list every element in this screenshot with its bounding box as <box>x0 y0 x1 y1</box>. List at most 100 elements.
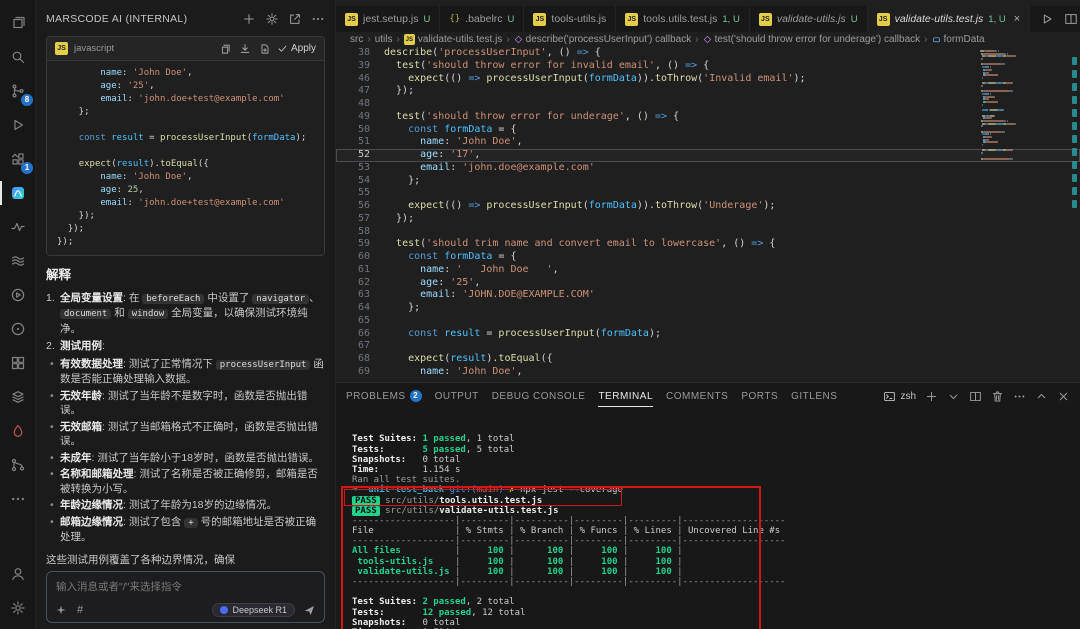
layers-extension-activity-icon[interactable] <box>0 380 36 414</box>
terminal-dropdown-button[interactable] <box>947 390 960 403</box>
modified-line-marker <box>1072 161 1077 169</box>
account-activity-icon[interactable] <box>0 557 36 591</box>
panel-tab-terminal[interactable]: TERMINAL <box>598 383 653 409</box>
modified-line-marker <box>1072 187 1077 195</box>
run-tests-activity-icon[interactable] <box>0 278 36 312</box>
panel-tab-comments[interactable]: COMMENTS <box>666 383 728 409</box>
activity-bar-bottom <box>0 557 36 625</box>
chat-toolbar-right: Deepseek R1 <box>212 603 316 617</box>
apps-grid-activity-icon[interactable] <box>0 346 36 380</box>
gear-icon <box>265 12 279 26</box>
apply-button[interactable]: Apply <box>277 43 316 54</box>
breadcrumb-item[interactable]: utils <box>375 34 393 45</box>
split-editor-button[interactable] <box>1064 12 1078 26</box>
editor-tab[interactable]: {}.babelrcU <box>440 6 524 32</box>
context-icon[interactable]: # <box>77 604 83 616</box>
shell-selector[interactable]: zsh <box>883 390 916 403</box>
chat-placeholder: 输入消息或者"/"来选择指令 <box>56 579 315 594</box>
g-extension-activity-icon[interactable] <box>0 312 36 346</box>
breadcrumb-item[interactable]: JSvalidate-utils.test.js <box>404 34 502 45</box>
waves-extension-activity-icon[interactable] <box>0 244 36 278</box>
git-graph-activity-icon[interactable] <box>0 448 36 482</box>
modified-line-marker <box>1072 200 1077 208</box>
newfile-icon <box>259 43 271 55</box>
terminal-line: -------------------|---------|----------… <box>352 536 1080 546</box>
send-icon <box>303 604 316 617</box>
create-file-button[interactable] <box>259 43 271 55</box>
vscode-window: 81 MARSCODE AI (INTERNAL) JS javascript … <box>0 0 1080 629</box>
explorer-icon <box>10 15 26 31</box>
panel-tab-problems[interactable]: PROBLEMS2 <box>346 383 422 409</box>
flame-extension-activity-icon[interactable] <box>0 414 36 448</box>
breadcrumb-item[interactable]: formData <box>932 34 985 45</box>
line-number: 57 <box>336 213 370 226</box>
terminal-line: File | % Stmts | % Branch | % Funcs | % … <box>352 526 1080 536</box>
terminal-output[interactable]: Test Suites: 1 passed, 1 totalTests: 5 p… <box>336 409 1080 629</box>
ai-code-line: age: 25, <box>57 184 314 197</box>
line-number: 69 <box>336 366 370 379</box>
ai-explanation: 解释 1.全局变量设置: 在 beforeEach 中设置了 navigator… <box>46 268 325 565</box>
panel-more-actions-button[interactable] <box>1013 390 1026 403</box>
split-terminal-button[interactable] <box>969 390 982 403</box>
open-in-editor-button[interactable] <box>288 12 302 26</box>
model-selector[interactable]: Deepseek R1 <box>212 603 295 617</box>
more-views-activity-icon[interactable] <box>0 482 36 516</box>
breadcrumb-item[interactable]: src <box>350 34 363 45</box>
tab-git-badge: U <box>851 14 858 25</box>
debug-icon <box>10 117 26 133</box>
tab-label: tools.utils.test.js <box>643 13 717 25</box>
flame-icon <box>10 423 26 439</box>
run-debug-activity-icon[interactable] <box>0 108 36 142</box>
js-file-icon: JS <box>625 13 638 26</box>
code-line: 57 }); <box>336 213 1080 226</box>
code-line: 51 name: 'John Doe', <box>336 136 1080 149</box>
line-number: 67 <box>336 340 370 353</box>
ai-code-line: }); <box>57 223 314 236</box>
settings-activity-icon[interactable] <box>0 591 36 625</box>
editor-tab[interactable]: JSvalidate-utils.test.js1, U× <box>868 6 1031 32</box>
marscode-ai-activity-icon[interactable] <box>0 176 36 210</box>
code-editor[interactable]: 38describe('processUserInput', () => {39… <box>336 47 1080 382</box>
editor-tab[interactable]: JS tools.utils.test.js 1, U <box>616 6 750 32</box>
editor-tab[interactable]: JSjest.setup.jsU <box>336 6 440 32</box>
run-tests-action-button[interactable] <box>1040 12 1054 26</box>
ai-settings-button[interactable] <box>265 12 279 26</box>
close-panel-button[interactable] <box>1057 390 1070 403</box>
kill-terminal-button[interactable] <box>991 390 1004 403</box>
send-button[interactable] <box>303 604 316 617</box>
more-options-button[interactable] <box>311 12 325 26</box>
tab-git-badge: 1, U <box>722 14 739 25</box>
mars-icon <box>10 185 26 201</box>
extensions-activity-icon[interactable]: 1 <box>0 142 36 176</box>
panel-tab-gitlens[interactable]: GITLENS <box>791 383 837 409</box>
chat-input[interactable]: 输入消息或者"/"来选择指令 # Deepseek R1 <box>46 571 325 623</box>
insert-at-cursor-button[interactable] <box>239 43 251 55</box>
panel-tab-debug-console[interactable]: DEBUG CONSOLE <box>492 383 586 409</box>
minimap[interactable] <box>980 50 1064 160</box>
line-number: 66 <box>336 328 370 341</box>
tab-close-icon[interactable]: × <box>1014 14 1020 25</box>
panel-tabs: PROBLEMS2 OUTPUT DEBUG CONSOLE TERMINAL COMM… <box>346 383 837 409</box>
maximize-panel-button[interactable] <box>1035 390 1048 403</box>
new-chat-button[interactable] <box>242 12 256 26</box>
line-number: 38 <box>336 47 370 60</box>
editor-tab[interactable]: JSvalidate-utils.jsU <box>750 6 868 32</box>
code-line: 69 name: 'John Doe', <box>336 366 1080 379</box>
panel-tab-ports[interactable]: PORTS <box>741 383 778 409</box>
copy-code-button[interactable] <box>219 43 231 55</box>
line-number: 58 <box>336 226 370 239</box>
check-icon <box>277 43 288 54</box>
editor-tab[interactable]: JStools-utils.js <box>524 6 616 32</box>
source-control-activity-icon[interactable]: 8 <box>0 74 36 108</box>
line-number: 55 <box>336 187 370 200</box>
explorer-activity-icon[interactable] <box>0 6 36 40</box>
activity-monitor-activity-icon[interactable] <box>0 210 36 244</box>
method-symbol-icon <box>703 35 712 44</box>
breadcrumb-item[interactable]: test('should throw error for underage') … <box>703 34 921 45</box>
new-terminal-button[interactable] <box>925 390 938 403</box>
search-activity-icon[interactable] <box>0 40 36 74</box>
breadcrumb-item[interactable]: describe('processUserInput') callback <box>514 34 692 45</box>
line-number: 63 <box>336 289 370 302</box>
panel-tab-output[interactable]: OUTPUT <box>435 383 479 409</box>
commands-icon[interactable] <box>55 604 67 616</box>
